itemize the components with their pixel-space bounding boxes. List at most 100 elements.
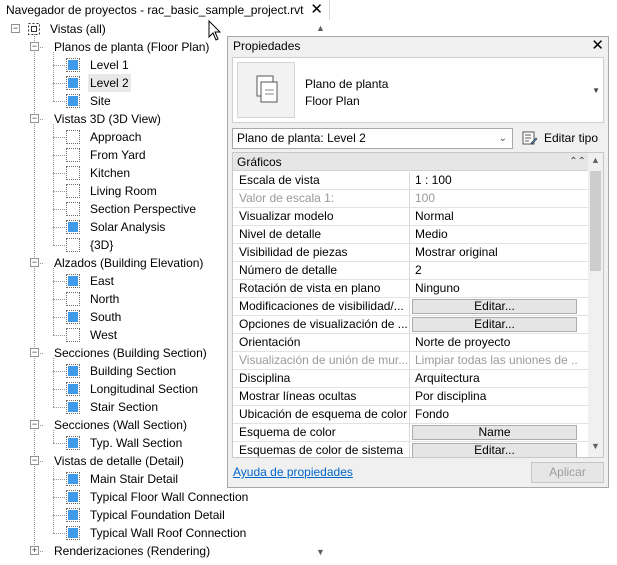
collapse-icon[interactable]: −	[30, 456, 39, 465]
property-edit-button[interactable]: Editar...	[412, 299, 577, 314]
scroll-down-icon[interactable]: ▼	[316, 547, 325, 557]
type-name-line2: Floor Plan	[305, 94, 360, 108]
collapse-icon[interactable]: −	[30, 258, 39, 267]
tree-node-label: Site	[90, 94, 111, 108]
property-name: Nivel de detalle	[233, 226, 410, 243]
tree-node-label: Longitudinal Section	[90, 382, 199, 396]
apply-button[interactable]: Aplicar	[531, 462, 604, 483]
view-icon	[66, 76, 80, 90]
property-value[interactable]: Por disciplina	[411, 388, 578, 405]
property-row-ubicacion-de-esquema-de-color: Ubicación de esquema de color Fondo	[233, 406, 590, 424]
tree-node-label: South	[90, 310, 122, 324]
tree-node-label: Vistas 3D (3D View)	[54, 112, 161, 126]
tree-line	[53, 335, 65, 336]
view-icon	[66, 310, 80, 324]
properties-title: Propiedades	[233, 39, 301, 53]
property-value[interactable]: Mostrar original	[411, 244, 578, 261]
expand-icon[interactable]: +	[30, 546, 39, 555]
tree-view-typical-foundation-detail[interactable]: Typical Foundation Detail	[0, 506, 312, 524]
property-name: Esquema de color	[233, 424, 410, 441]
group-header-graphics[interactable]: Gráficos ⌃⌃	[233, 153, 590, 171]
scroll-down-icon[interactable]: ▼	[591, 441, 600, 451]
browser-close-icon[interactable]: ✕	[310, 1, 323, 18]
property-name: Orientación	[233, 334, 410, 351]
properties-close-icon[interactable]: ✕	[591, 37, 604, 55]
tree-node-label: Living Room	[90, 184, 157, 198]
view-icon	[66, 364, 80, 378]
properties-help-link[interactable]: Ayuda de propiedades	[233, 465, 353, 479]
type-selector[interactable]: Plano de planta Floor Plan ▼	[232, 57, 604, 123]
tree-node-label: Vistas de detalle (Detail)	[54, 454, 184, 468]
group-header-label: Gráficos	[237, 155, 282, 169]
tree-line	[53, 497, 65, 498]
tree-line	[53, 430, 54, 443]
tree-node-label: Kitchen	[90, 166, 131, 180]
tree-node-label: Main Stair Detail	[90, 472, 179, 486]
tree-line	[53, 52, 54, 101]
tree-node-label: Secciones (Wall Section)	[54, 418, 187, 432]
property-name: Visibilidad de piezas	[233, 244, 410, 261]
tree-line	[53, 173, 65, 174]
floor-plan-icon	[237, 62, 295, 118]
collapse-icon[interactable]: −	[30, 348, 39, 357]
property-row-valor-de-escala-1: Valor de escala 1: 100	[233, 190, 590, 208]
property-row-mostrar-lineas-ocultas: Mostrar líneas ocultas Por disciplina	[233, 388, 590, 406]
tree-node-label: Building Section	[90, 364, 177, 378]
view-icon	[66, 130, 80, 144]
collapse-icon[interactable]: −	[11, 24, 20, 33]
collapse-icon[interactable]: −	[30, 42, 39, 51]
scroll-up-icon[interactable]: ▲	[591, 155, 600, 165]
scroll-up-icon[interactable]: ▲	[316, 23, 325, 33]
property-row-opciones-de-visualizacion-de: Opciones de visualización de ... Editar..…	[233, 316, 590, 334]
view-icon	[66, 58, 80, 72]
property-row-visibilidad-de-piezas: Visibilidad de piezas Mostrar original	[233, 244, 590, 262]
grid-scrollbar[interactable]: ▲ ▼	[588, 153, 603, 457]
property-name: Esquemas de color de sistema	[233, 442, 410, 457]
property-value: Limpiar todas las uniones de ...	[415, 353, 578, 367]
property-value[interactable]: 1 : 100	[411, 172, 578, 189]
tree-node-label: Approach	[90, 130, 142, 144]
tree-line	[53, 83, 65, 84]
tree-node-label: Typical Wall Roof Connection	[90, 526, 247, 540]
property-value[interactable]: 2	[411, 262, 578, 279]
collapse-icon[interactable]: −	[30, 420, 39, 429]
edit-type-button[interactable]: Editar tipo	[520, 128, 604, 149]
mouse-cursor-icon	[208, 20, 222, 41]
property-edit-button[interactable]: Name	[412, 425, 577, 440]
chevron-down-icon: ⌄	[498, 133, 507, 144]
property-value[interactable]: Medio	[411, 226, 578, 243]
collapse-icon[interactable]: −	[30, 114, 39, 123]
tree-node-label: Section Perspective	[90, 202, 197, 216]
tree-line	[53, 245, 65, 246]
scroll-thumb[interactable]	[590, 171, 601, 271]
edit-type-label: Editar tipo	[544, 131, 599, 145]
view-icon	[66, 238, 80, 252]
type-dropdown-icon[interactable]: ▼	[592, 86, 600, 95]
collapse-icon[interactable]: ⌃⌃	[569, 153, 586, 171]
property-value[interactable]: Normal	[411, 208, 578, 225]
view-icon	[66, 184, 80, 198]
tree-view-typical-floor-wall-connection[interactable]: Typical Floor Wall Connection	[0, 488, 312, 506]
view-icon	[66, 472, 80, 486]
tree-line	[53, 371, 65, 372]
property-edit-button[interactable]: Editar...	[412, 443, 577, 457]
property-name: Modificaciones de visibilidad/...	[233, 298, 410, 315]
property-name: Mostrar líneas ocultas	[233, 388, 410, 405]
tree-node-label: East	[90, 274, 115, 288]
tree-line	[53, 65, 65, 66]
property-value[interactable]: Fondo	[411, 406, 578, 423]
tree-node-label: Planos de planta (Floor Plan)	[54, 40, 210, 54]
property-value[interactable]: Ninguno	[411, 280, 578, 297]
tree-node-label: Typical Foundation Detail	[90, 508, 225, 522]
property-value[interactable]: Arquitectura	[411, 370, 578, 387]
tree-line	[53, 191, 65, 192]
tree-node-label: Secciones (Building Section)	[54, 346, 207, 360]
tree-view-typical-wall-roof-connection[interactable]: Typical Wall Roof Connection	[0, 524, 312, 542]
property-value[interactable]: Norte de proyecto	[411, 334, 578, 351]
instance-filter-dropdown[interactable]: Plano de planta: Level 2 ⌄	[232, 128, 513, 149]
tree-line	[53, 389, 65, 390]
property-edit-button[interactable]: Editar...	[412, 317, 577, 332]
tree-group-renderizaciones-rendering[interactable]: + Renderizaciones (Rendering)	[0, 542, 312, 560]
tree-node-label: Vistas (all)	[50, 22, 106, 36]
property-name: Visualización de unión de mur...	[233, 352, 410, 369]
